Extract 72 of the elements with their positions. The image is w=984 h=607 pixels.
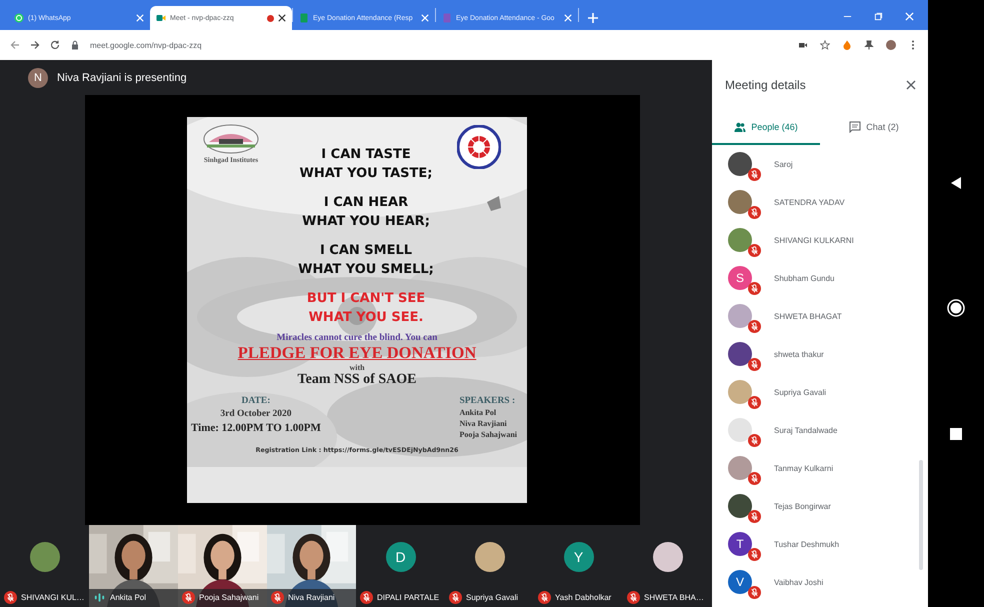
participant-name: Vaibhav Joshi xyxy=(774,578,824,586)
participant-name: SHWETA BHA… xyxy=(644,593,704,602)
speaker-name: Niva Ravjiani xyxy=(459,419,508,428)
forward-icon[interactable] xyxy=(30,40,40,50)
speakers-label: SPEAKERS : xyxy=(459,396,516,406)
participant-name: SATENDRA YADAV xyxy=(774,198,845,206)
slide-heading: WHAT YOU SEE. xyxy=(308,309,424,327)
participant-name: Tushar Deshmukh xyxy=(774,540,840,548)
presenting-label: Niva Ravjiani is presenting xyxy=(57,72,187,84)
participant-name: Yash Dabholkar xyxy=(555,593,612,602)
panel-tab[interactable]: People (46) xyxy=(712,110,820,145)
participant-name: SHIVANGI KULKARNI xyxy=(774,236,854,244)
panel-tab[interactable]: Chat (2) xyxy=(820,110,928,145)
slide-heading: I CAN HEAR xyxy=(324,194,408,212)
avatar: S xyxy=(728,266,752,290)
participant-name: Niva Ravjiani xyxy=(288,593,335,602)
participant-name: DIPALI PARTALE xyxy=(377,593,440,602)
speaker-name: Ankita Pol xyxy=(459,408,498,417)
restore-icon[interactable] xyxy=(874,12,883,21)
profile-icon[interactable] xyxy=(886,40,896,50)
flame-icon[interactable] xyxy=(842,40,852,50)
avatar: Y xyxy=(564,542,594,572)
participant-name: Saroj xyxy=(774,160,793,168)
panel-title: Meeting details xyxy=(725,78,806,92)
slide-heading: WHAT YOU TASTE; xyxy=(300,165,432,183)
star-icon[interactable] xyxy=(820,40,830,50)
slide-subtitle: Team NSS of SAOE xyxy=(298,372,416,388)
institute-logo xyxy=(201,122,261,156)
participant-name: Tejas Bongirwar xyxy=(774,502,831,510)
participant-name: Suraj Tandalwade xyxy=(774,426,838,434)
lock-icon xyxy=(70,40,80,50)
participant-name: Pooja Sahajwani xyxy=(199,593,259,602)
slide-heading: BUT I CAN'T SEE xyxy=(306,290,426,308)
new-tab-icon[interactable] xyxy=(587,12,599,24)
close-icon[interactable] xyxy=(278,14,286,22)
scrollbar[interactable] xyxy=(919,460,923,570)
slide-text: with xyxy=(349,363,365,372)
avatar: T xyxy=(728,532,752,556)
tab-icon xyxy=(299,13,309,23)
slide-heading: WHAT YOU SMELL; xyxy=(298,261,434,279)
slide-heading: I CAN SMELL xyxy=(320,242,412,260)
pin-icon[interactable] xyxy=(864,40,874,50)
participant-name: SHIVANGI KUL… xyxy=(21,593,84,602)
participant-name: Ankita Pol xyxy=(110,593,146,602)
participant-name: Shubham Gundu xyxy=(774,274,834,282)
participant-name: Tanmay Kulkarni xyxy=(774,464,834,472)
avatar: V xyxy=(728,570,752,594)
slide-heading: WHAT YOU HEAR; xyxy=(302,213,430,231)
home-icon[interactable] xyxy=(947,299,965,318)
date-label: DATE: xyxy=(242,396,270,406)
event-date: 3rd October 2020 xyxy=(220,409,292,419)
slide-heading: I CAN TASTE xyxy=(321,146,411,164)
camera-icon xyxy=(156,13,166,23)
participant-name: Supriya Gavali xyxy=(774,388,826,396)
people-icon xyxy=(734,120,746,132)
tab-icon xyxy=(442,13,452,23)
chat-icon xyxy=(849,120,862,132)
event-time: Time: 12.00PM TO 1.00PM xyxy=(191,422,321,434)
reload-icon[interactable] xyxy=(50,40,60,50)
close-icon[interactable] xyxy=(906,80,916,90)
slide-tagline: Miracles cannot cure the blind. You can xyxy=(276,333,438,343)
emblem-logo xyxy=(457,125,501,169)
tab-icon xyxy=(14,13,24,23)
participant-name: shweta thakur xyxy=(774,350,824,358)
avatar: D xyxy=(386,542,416,572)
participant-name: SHWETA BHAGAT xyxy=(774,312,842,320)
avatar: N xyxy=(28,68,48,88)
slide-title: PLEDGE FOR EYE DONATION xyxy=(238,343,476,363)
url-field[interactable]: meet.google.com/nvp-dpac-zzq xyxy=(90,40,202,50)
participant-name: Supriya Gavali xyxy=(466,593,518,602)
speaker-name: Pooja Sahajwani xyxy=(459,430,517,439)
camera-icon[interactable] xyxy=(798,40,808,50)
